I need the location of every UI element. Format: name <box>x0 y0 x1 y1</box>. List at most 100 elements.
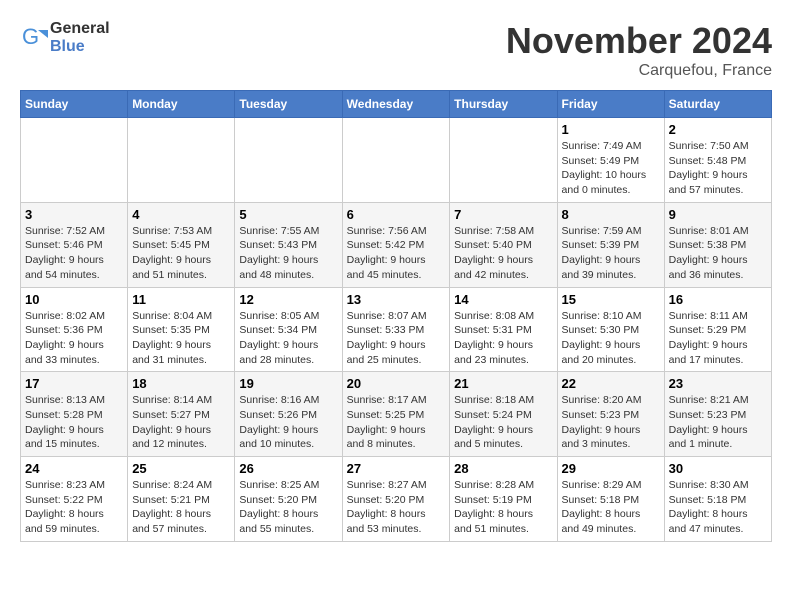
day-number: 26 <box>239 461 337 476</box>
cell-detail: Sunrise: 8:27 AM Sunset: 5:20 PM Dayligh… <box>347 478 446 537</box>
table-row: 14Sunrise: 8:08 AM Sunset: 5:31 PM Dayli… <box>450 287 557 372</box>
day-number: 25 <box>132 461 230 476</box>
logo-general: General <box>50 20 110 37</box>
header-friday: Friday <box>557 91 664 118</box>
day-number: 23 <box>669 376 767 391</box>
table-row: 8 Sunrise: 7:59 AM Sunset: 5:39 PM Daylig… <box>557 202 664 287</box>
table-row: 19 Sunrise: 8:16 AM Sunset: 5:26 PM Dayli… <box>235 372 342 457</box>
table-row: 27 Sunrise: 8:27 AM Sunset: 5:20 PM Dayli… <box>342 457 450 542</box>
cell-detail: Sunrise: 8:29 AM Sunset: 5:18 PM Dayligh… <box>562 478 660 537</box>
cell-detail: Sunrise: 7:58 AM Sunset: 5:40 PM Dayligh… <box>454 224 552 283</box>
page-header: G General Blue November 2024 Carquefou, … <box>20 20 772 80</box>
day-number: 4 <box>132 207 230 222</box>
table-row: 24 Sunrise: 8:23 AM Sunset: 5:22 PM Dayli… <box>21 457 128 542</box>
logo-icon: G <box>20 24 48 52</box>
calendar-week-row: 24 Sunrise: 8:23 AM Sunset: 5:22 PM Dayli… <box>21 457 772 542</box>
day-number: 2 <box>669 122 767 137</box>
day-number: 29 <box>562 461 660 476</box>
table-row: 21 Sunrise: 8:18 AM Sunset: 5:24 PM Dayli… <box>450 372 557 457</box>
logo-blue: Blue <box>50 38 85 55</box>
cell-detail: Sunrise: 8:14 AM Sunset: 5:27 PM Dayligh… <box>132 393 230 452</box>
table-row: 1Sunrise: 7:49 AM Sunset: 5:49 PM Daylig… <box>557 118 664 203</box>
table-row <box>450 118 557 203</box>
header-sunday: Sunday <box>21 91 128 118</box>
location-title: Carquefou, France <box>506 62 772 80</box>
table-row: 30Sunrise: 8:30 AM Sunset: 5:18 PM Dayli… <box>664 457 771 542</box>
cell-detail: Sunrise: 7:49 AM Sunset: 5:49 PM Dayligh… <box>562 139 660 198</box>
table-row: 18 Sunrise: 8:14 AM Sunset: 5:27 PM Dayli… <box>128 372 235 457</box>
table-row <box>21 118 128 203</box>
cell-detail: Sunrise: 8:10 AM Sunset: 5:30 PM Dayligh… <box>562 309 660 368</box>
table-row: 23Sunrise: 8:21 AM Sunset: 5:23 PM Dayli… <box>664 372 771 457</box>
calendar-week-row: 10 Sunrise: 8:02 AM Sunset: 5:36 PM Dayli… <box>21 287 772 372</box>
header-tuesday: Tuesday <box>235 91 342 118</box>
table-row: 2 Sunrise: 7:50 AM Sunset: 5:48 PM Daylig… <box>664 118 771 203</box>
table-row: 11 Sunrise: 8:04 AM Sunset: 5:35 PM Dayli… <box>128 287 235 372</box>
cell-detail: Sunrise: 8:16 AM Sunset: 5:26 PM Dayligh… <box>239 393 337 452</box>
day-number: 21 <box>454 376 552 391</box>
month-title: November 2024 <box>506 20 772 62</box>
cell-detail: Sunrise: 8:02 AM Sunset: 5:36 PM Dayligh… <box>25 309 123 368</box>
header-monday: Monday <box>128 91 235 118</box>
day-number: 19 <box>239 376 337 391</box>
cell-detail: Sunrise: 8:17 AM Sunset: 5:25 PM Dayligh… <box>347 393 446 452</box>
table-row: 7 Sunrise: 7:58 AM Sunset: 5:40 PM Daylig… <box>450 202 557 287</box>
day-number: 18 <box>132 376 230 391</box>
cell-detail: Sunrise: 8:11 AM Sunset: 5:29 PM Dayligh… <box>669 309 767 368</box>
day-number: 11 <box>132 292 230 307</box>
cell-detail: Sunrise: 8:24 AM Sunset: 5:21 PM Dayligh… <box>132 478 230 537</box>
cell-detail: Sunrise: 7:50 AM Sunset: 5:48 PM Dayligh… <box>669 139 767 198</box>
table-row: 5Sunrise: 7:55 AM Sunset: 5:43 PM Daylig… <box>235 202 342 287</box>
calendar-table: Sunday Monday Tuesday Wednesday Thursday… <box>20 90 772 542</box>
table-row: 4 Sunrise: 7:53 AM Sunset: 5:45 PM Daylig… <box>128 202 235 287</box>
cell-detail: Sunrise: 7:52 AM Sunset: 5:46 PM Dayligh… <box>25 224 123 283</box>
day-number: 7 <box>454 207 552 222</box>
cell-detail: Sunrise: 8:18 AM Sunset: 5:24 PM Dayligh… <box>454 393 552 452</box>
day-number: 20 <box>347 376 446 391</box>
day-number: 9 <box>669 207 767 222</box>
weekday-header-row: Sunday Monday Tuesday Wednesday Thursday… <box>21 91 772 118</box>
table-row: 16 Sunrise: 8:11 AM Sunset: 5:29 PM Dayli… <box>664 287 771 372</box>
table-row: 9 Sunrise: 8:01 AM Sunset: 5:38 PM Daylig… <box>664 202 771 287</box>
table-row: 12 Sunrise: 8:05 AM Sunset: 5:34 PM Dayli… <box>235 287 342 372</box>
day-number: 27 <box>347 461 446 476</box>
cell-detail: Sunrise: 7:53 AM Sunset: 5:45 PM Dayligh… <box>132 224 230 283</box>
calendar-week-row: 17Sunrise: 8:13 AM Sunset: 5:28 PM Dayli… <box>21 372 772 457</box>
cell-detail: Sunrise: 8:04 AM Sunset: 5:35 PM Dayligh… <box>132 309 230 368</box>
calendar-week-row: 3 Sunrise: 7:52 AM Sunset: 5:46 PM Daylig… <box>21 202 772 287</box>
table-row: 17Sunrise: 8:13 AM Sunset: 5:28 PM Dayli… <box>21 372 128 457</box>
cell-detail: Sunrise: 8:30 AM Sunset: 5:18 PM Dayligh… <box>669 478 767 537</box>
cell-detail: Sunrise: 8:13 AM Sunset: 5:28 PM Dayligh… <box>25 393 123 452</box>
cell-detail: Sunrise: 8:23 AM Sunset: 5:22 PM Dayligh… <box>25 478 123 537</box>
day-number: 10 <box>25 292 123 307</box>
day-number: 13 <box>347 292 446 307</box>
day-number: 14 <box>454 292 552 307</box>
table-row <box>342 118 450 203</box>
table-row: 10 Sunrise: 8:02 AM Sunset: 5:36 PM Dayli… <box>21 287 128 372</box>
table-row: 29 Sunrise: 8:29 AM Sunset: 5:18 PM Dayli… <box>557 457 664 542</box>
table-row: 22 Sunrise: 8:20 AM Sunset: 5:23 PM Dayli… <box>557 372 664 457</box>
title-area: November 2024 Carquefou, France <box>506 20 772 80</box>
cell-detail: Sunrise: 8:28 AM Sunset: 5:19 PM Dayligh… <box>454 478 552 537</box>
day-number: 12 <box>239 292 337 307</box>
table-row: 28Sunrise: 8:28 AM Sunset: 5:19 PM Dayli… <box>450 457 557 542</box>
header-thursday: Thursday <box>450 91 557 118</box>
day-number: 22 <box>562 376 660 391</box>
table-row: 3 Sunrise: 7:52 AM Sunset: 5:46 PM Daylig… <box>21 202 128 287</box>
cell-detail: Sunrise: 7:59 AM Sunset: 5:39 PM Dayligh… <box>562 224 660 283</box>
day-number: 3 <box>25 207 123 222</box>
day-number: 8 <box>562 207 660 222</box>
logo: G General Blue <box>20 20 110 56</box>
day-number: 24 <box>25 461 123 476</box>
table-row: 20 Sunrise: 8:17 AM Sunset: 5:25 PM Dayli… <box>342 372 450 457</box>
day-number: 16 <box>669 292 767 307</box>
day-number: 15 <box>562 292 660 307</box>
cell-detail: Sunrise: 8:01 AM Sunset: 5:38 PM Dayligh… <box>669 224 767 283</box>
header-wednesday: Wednesday <box>342 91 450 118</box>
cell-detail: Sunrise: 8:05 AM Sunset: 5:34 PM Dayligh… <box>239 309 337 368</box>
table-row <box>128 118 235 203</box>
cell-detail: Sunrise: 8:20 AM Sunset: 5:23 PM Dayligh… <box>562 393 660 452</box>
cell-detail: Sunrise: 7:56 AM Sunset: 5:42 PM Dayligh… <box>347 224 446 283</box>
table-row: 6Sunrise: 7:56 AM Sunset: 5:42 PM Daylig… <box>342 202 450 287</box>
table-row <box>235 118 342 203</box>
